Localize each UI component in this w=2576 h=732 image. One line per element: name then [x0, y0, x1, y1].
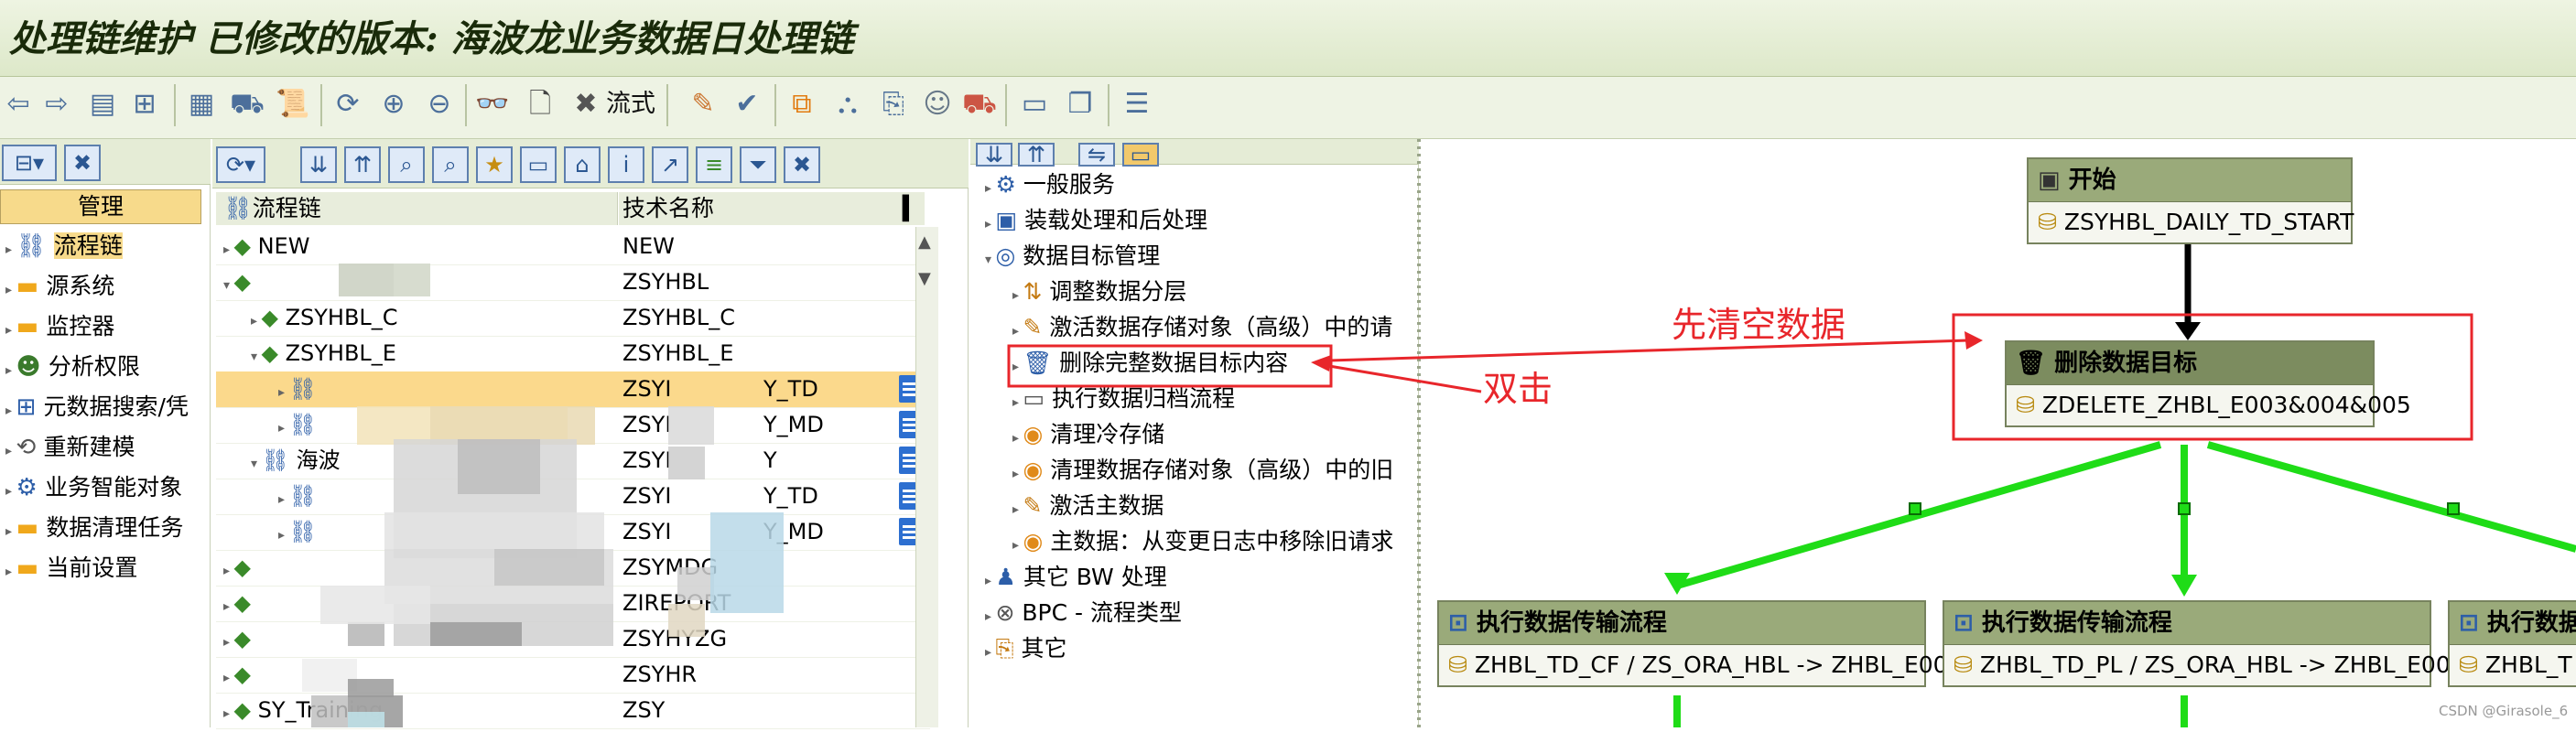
variant-icon: ⛁ [2016, 392, 2042, 418]
annotation-arrow-clear [1328, 339, 1969, 362]
annotation-highlight [1007, 344, 1333, 388]
delete-node-header: 🗑 删除数据目标 [2007, 342, 2373, 384]
variant-icon: ⛁ [2459, 651, 2485, 678]
link-handle[interactable] [1909, 502, 1921, 515]
start-node-variant: ZSYHBL_DAILY_TD_START [2063, 209, 2354, 235]
dtp-node-title: 执行数据传输流程 [1981, 609, 2172, 637]
arrowhead [1311, 355, 1331, 371]
delete-node-variant: ZDELETE_ZHBL_E003&004&005 [2041, 392, 2411, 418]
variant-icon: ⛁ [1954, 651, 1980, 678]
delete-node-title: 删除数据目标 [2054, 350, 2198, 377]
start-node-body: ⛁ ZSYHBL_DAILY_TD_START [2029, 201, 2354, 242]
dtp-node[interactable]: ⊡ 执行数据传输流程 ⛁ ZHBL_TD_PL / ZS_ORA_HBL -> … [1943, 600, 2465, 687]
dtp-node-body: ⛁ ZHBL_T [2450, 644, 2576, 685]
link-delete-dtp3 [2206, 441, 2576, 553]
start-icon: ▣ [2038, 167, 2069, 194]
dtp-node-variant: ZHBL_TD_CF / ZS_ORA_HBL -> ZHBL_E005 [1474, 651, 1963, 678]
dtp-node[interactable]: ⊡ 执行数据传输流程 ⛁ ZHBL_TD_CF / ZS_ORA_HBL -> … [1437, 600, 1962, 687]
variant-icon: ⛁ [2038, 209, 2064, 235]
delete-target-node[interactable]: 🗑 删除数据目标 ⛁ ZDELETE_ZHBL_E003&004&005 [2005, 340, 2411, 427]
watermark: CSDN @Girasole_6 [2439, 703, 2569, 719]
dtp-node[interactable]: ⊡ 执行数据 ⛁ ZHBL_T [2448, 600, 2576, 687]
dtp-node-title: 执行数据 [2486, 609, 2576, 637]
dtp-node-header: ⊡ 执行数据 [2450, 602, 2576, 644]
trash-icon: 🗑 [2016, 350, 2055, 377]
variant-icon: ⛁ [1448, 651, 1475, 678]
dtp-node-title: 执行数据传输流程 [1476, 609, 1667, 637]
link-handle[interactable] [2447, 502, 2460, 515]
delete-node-body: ⛁ ZDELETE_ZHBL_E003&004&005 [2007, 384, 2411, 425]
start-node-header: ▣ 开始 [2029, 159, 2351, 201]
annotation-arrow-dblclick [1317, 362, 1482, 393]
dtp-node-variant: ZHBL_T [2484, 651, 2572, 678]
annotation-clear-first: 先清空数据 [1672, 305, 1846, 345]
arrowhead [2171, 575, 2197, 597]
arrowhead [2175, 322, 2201, 340]
dtp-node-variant: ZHBL_TD_PL / ZS_ORA_HBL -> ZHBL_E004 [1979, 651, 2465, 678]
arrowhead [1964, 331, 1983, 350]
dtp-node-body: ⛁ ZHBL_TD_PL / ZS_ORA_HBL -> ZHBL_E004 [1944, 644, 2465, 685]
start-node[interactable]: ▣ 开始 ⛁ ZSYHBL_DAILY_TD_START [2027, 157, 2354, 244]
dtp-node-header: ⊡ 执行数据传输流程 [1439, 602, 1924, 644]
link-handle[interactable] [2178, 502, 2191, 515]
dtp-icon: ⊡ [1448, 609, 1477, 637]
start-node-title: 开始 [2068, 167, 2116, 194]
dtp-icon: ⊡ [1954, 609, 1982, 637]
annotation-double-click: 双击 [1483, 369, 1553, 409]
dtp-icon: ⊡ [2459, 609, 2487, 637]
dtp-node-body: ⛁ ZHBL_TD_CF / ZS_ORA_HBL -> ZHBL_E005 [1439, 644, 1962, 685]
dtp-node-header: ⊡ 执行数据传输流程 [1944, 602, 2430, 644]
